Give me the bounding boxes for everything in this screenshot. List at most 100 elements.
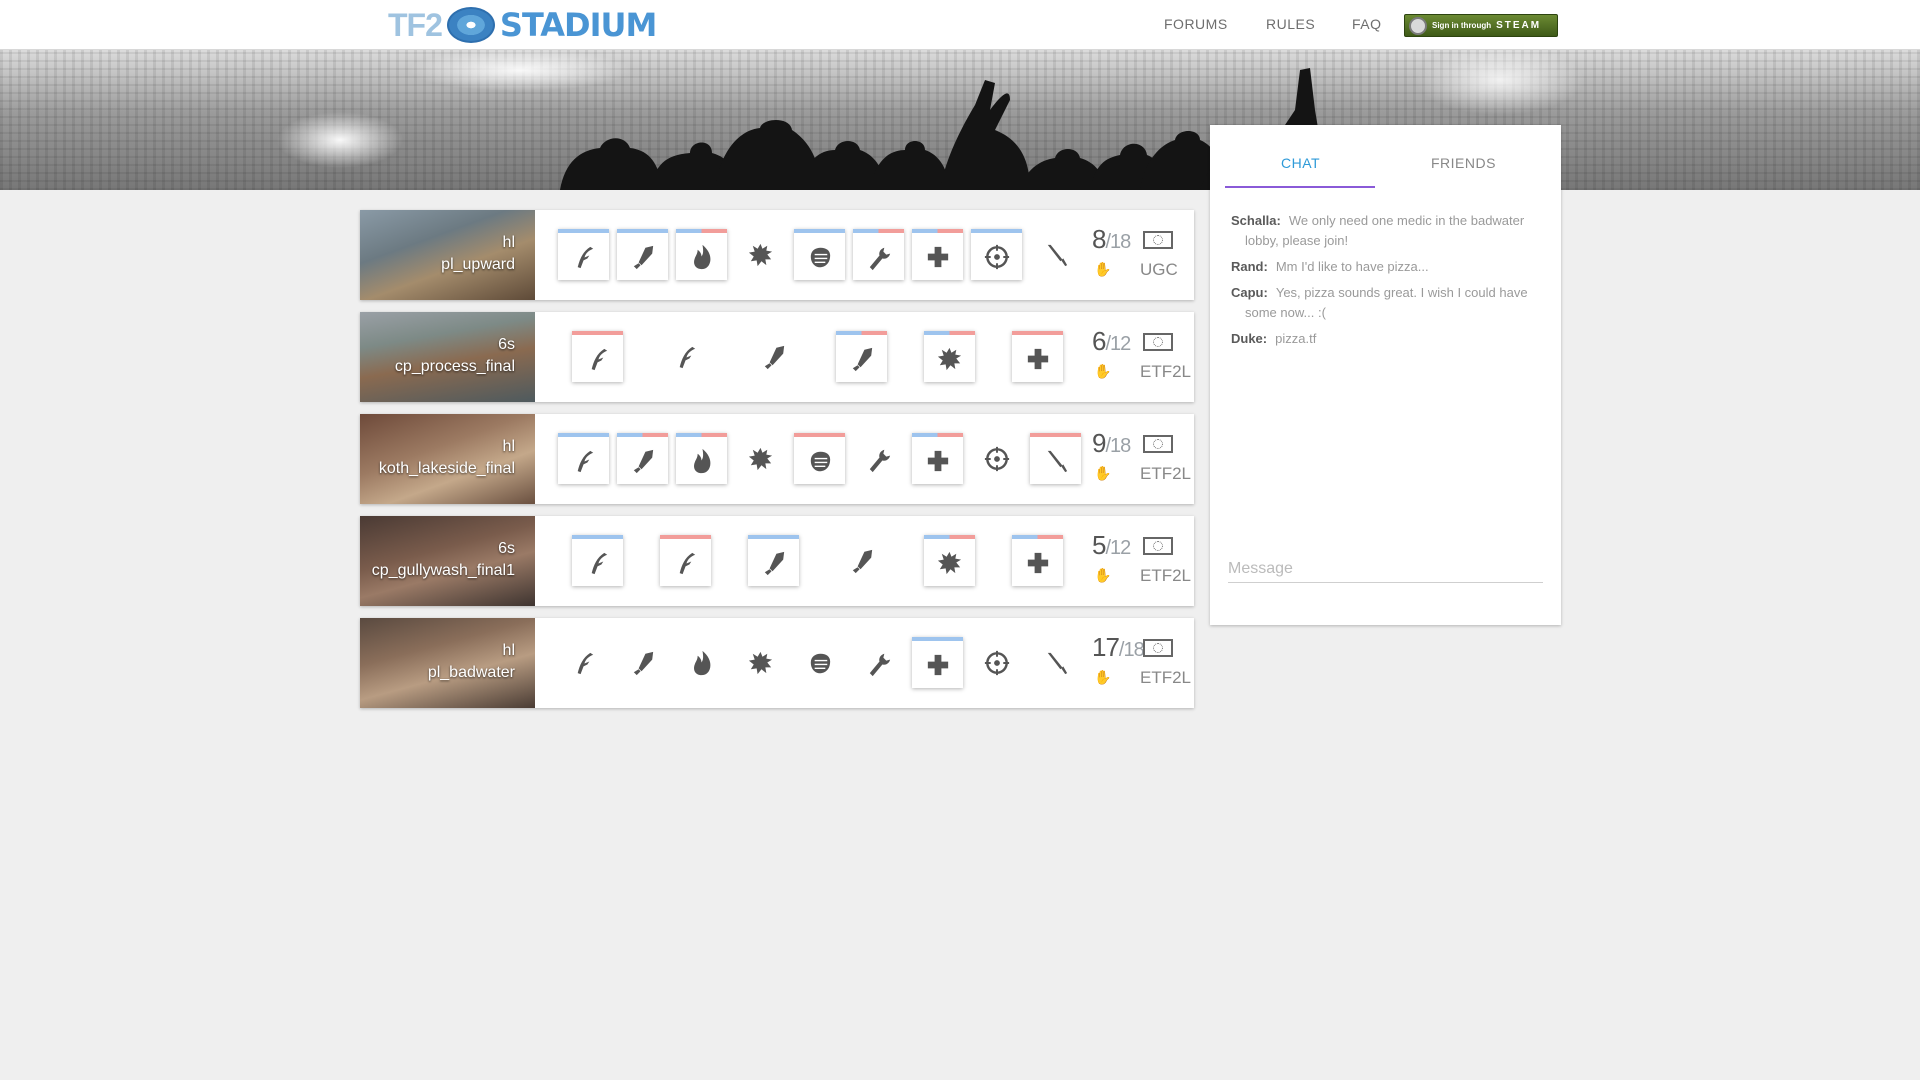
mumble-icon: ✋ (1094, 261, 1112, 277)
map-thumbnail[interactable]: 6s cp_gullywash_final1 (360, 516, 535, 606)
class-slot-scout[interactable] (572, 331, 623, 382)
class-slot-pyro[interactable] (676, 637, 727, 688)
class-slot-engineer[interactable] (853, 433, 904, 484)
nav-rules[interactable]: RULES (1266, 16, 1315, 32)
tab-friends[interactable]: FRIENDS (1431, 155, 1496, 171)
map-info: 6s cp_process_final (395, 334, 515, 378)
map-thumbnail[interactable]: hl pl_upward (360, 210, 535, 300)
class-slot-soldier[interactable] (748, 331, 799, 382)
nav-faq[interactable]: FAQ (1352, 16, 1382, 32)
map-info: hl pl_badwater (428, 640, 515, 684)
class-slot-pyro[interactable] (676, 229, 727, 280)
pyro-icon (693, 448, 710, 473)
lobby-row[interactable]: hl pl_badwater 17/18 ✋ ETF2L (360, 618, 1194, 708)
league-name: ETF2L (1140, 668, 1192, 687)
map-name: pl_upward (441, 256, 515, 273)
chat-panel: CHAT FRIENDS Schalla: We only need one me… (1210, 125, 1561, 625)
class-slot-medic[interactable] (912, 637, 963, 688)
class-slot-demoman[interactable] (924, 331, 975, 382)
demoman-icon (937, 347, 961, 370)
class-slot-soldier[interactable] (617, 433, 668, 484)
class-slot-demoman[interactable] (735, 433, 786, 484)
spy-icon (1047, 450, 1067, 472)
mumble-icon: ✋ (1094, 669, 1112, 685)
league-name: ETF2L (1140, 566, 1192, 585)
class-slot-soldier[interactable] (748, 535, 799, 586)
class-slot-medic[interactable] (912, 433, 963, 484)
chat-message: Duke: pizza.tf (1231, 329, 1551, 349)
site-logo[interactable]: TF2 STADIUM (388, 6, 657, 44)
class-slot-sniper[interactable] (971, 433, 1022, 484)
class-slot-pyro[interactable] (676, 433, 727, 484)
map-name: cp_gullywash_final1 (371, 562, 515, 579)
player-count: 9/18 (1092, 428, 1131, 459)
class-slot-demoman[interactable] (924, 535, 975, 586)
soldier-icon (852, 347, 872, 371)
class-slot-spy[interactable] (1030, 229, 1081, 280)
class-slot-spy[interactable] (1030, 433, 1081, 484)
map-info: hl pl_upward (441, 232, 515, 276)
sniper-icon (984, 650, 1009, 675)
class-slot-demoman[interactable] (735, 637, 786, 688)
class-slot-soldier[interactable] (617, 637, 668, 688)
map-thumbnail[interactable]: 6s cp_process_final (360, 312, 535, 402)
scout-icon (679, 552, 695, 574)
player-count: 17/18 (1092, 632, 1145, 663)
heavy-icon (810, 451, 830, 471)
class-slot-medic[interactable] (1012, 331, 1063, 382)
class-slot-medic[interactable] (1012, 535, 1063, 586)
steam-brand-label: STEAM (1496, 20, 1542, 31)
region-flag-icon (1143, 435, 1173, 453)
class-slot-scout[interactable] (660, 535, 711, 586)
class-slot-engineer[interactable] (853, 229, 904, 280)
steam-sign-in-button[interactable]: Sign in through STEAM (1404, 14, 1558, 37)
medic-icon (927, 654, 948, 675)
class-slot-soldier[interactable] (836, 535, 887, 586)
class-slot-demoman[interactable] (735, 229, 786, 280)
class-slot-soldier[interactable] (836, 331, 887, 382)
lobby-row[interactable]: hl pl_upward 8/18 ✋ UGC (360, 210, 1194, 300)
league-name: ETF2L (1140, 362, 1192, 381)
medic-icon (927, 246, 948, 267)
demoman-icon (748, 447, 772, 470)
spy-icon (1047, 652, 1067, 674)
class-slot-engineer[interactable] (853, 637, 904, 688)
players-current: 9 (1092, 428, 1107, 458)
class-slot-scout[interactable] (660, 331, 711, 382)
class-slot-sniper[interactable] (971, 229, 1022, 280)
nav-forums[interactable]: FORUMS (1164, 16, 1228, 32)
class-slot-heavy[interactable] (794, 433, 845, 484)
chat-username: Rand: (1231, 259, 1268, 274)
demoman-icon (748, 651, 772, 674)
map-thumbnail[interactable]: hl koth_lakeside_final (360, 414, 535, 504)
class-slot-heavy[interactable] (794, 229, 845, 280)
heavy-icon (810, 247, 830, 267)
tab-chat[interactable]: CHAT (1281, 155, 1320, 171)
chat-username: Duke: (1231, 331, 1268, 346)
logo-text-left: TF2 (388, 6, 443, 43)
class-slot-spy[interactable] (1030, 637, 1081, 688)
class-slot-scout[interactable] (558, 637, 609, 688)
scout-icon (679, 346, 695, 368)
chat-text: Yes, pizza sounds great. I wish I could … (1245, 285, 1528, 320)
engineer-icon (869, 247, 890, 270)
lobby-row[interactable]: 6s cp_process_final 6/12 ✋ ETF2L (360, 312, 1194, 402)
map-thumbnail[interactable]: hl pl_badwater (360, 618, 535, 708)
class-slot-scout[interactable] (558, 433, 609, 484)
class-slot-scout[interactable] (572, 535, 623, 586)
player-count: 6/12 (1092, 326, 1131, 357)
class-slot-medic[interactable] (912, 229, 963, 280)
lobby-row[interactable]: 6s cp_gullywash_final1 5/12 ✋ ETF2L (360, 516, 1194, 606)
lobby-format: 6s (498, 336, 515, 353)
lobby-row[interactable]: hl koth_lakeside_final 9/18 ✋ ETF2L (360, 414, 1194, 504)
class-slot-heavy[interactable] (794, 637, 845, 688)
class-slot-sniper[interactable] (971, 637, 1022, 688)
heavy-icon (810, 653, 830, 673)
players-current: 5 (1092, 530, 1107, 560)
class-slot-scout[interactable] (558, 229, 609, 280)
players-current: 6 (1092, 326, 1107, 356)
chat-message-input[interactable] (1228, 555, 1543, 583)
soldier-icon (764, 551, 784, 575)
logo-text-right: STADIUM (499, 6, 657, 44)
class-slot-soldier[interactable] (617, 229, 668, 280)
